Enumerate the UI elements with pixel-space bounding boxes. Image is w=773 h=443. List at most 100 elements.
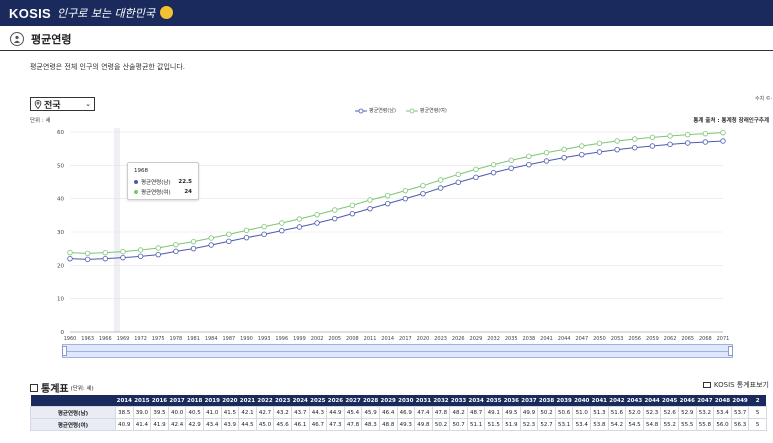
- age-line-chart: 01020304050601960 1963 1966 1969 1972 1975 197…: [57, 128, 730, 342]
- data-point: [667, 141, 673, 148]
- table-cell: 43.7: [290, 406, 310, 419]
- table-year-header: 2047: [696, 395, 714, 407]
- data-point: [137, 247, 144, 253]
- region-select[interactable]: 전국 ⌄: [30, 97, 95, 111]
- kosis-table-link[interactable]: KOSIS 통계표보기: [702, 380, 769, 390]
- table-cell: 51.9: [502, 418, 521, 431]
- data-point: [543, 158, 550, 164]
- table-year-header: 2040: [572, 395, 591, 407]
- x-tick-label: 1987: [222, 336, 235, 342]
- data-point: [261, 223, 267, 230]
- data-point: [561, 154, 567, 161]
- table-cell: 42.7: [255, 406, 275, 419]
- table-cell: 39.5: [150, 406, 169, 419]
- data-point: [173, 248, 179, 255]
- kosis-table-link-label: KOSIS 통계표보기: [713, 381, 769, 389]
- data-point: [137, 253, 144, 260]
- legend-item-male[interactable]: 평균연령(남): [355, 107, 396, 114]
- table-cell: 41.5: [220, 406, 240, 419]
- table-cell: 51.3: [590, 406, 609, 419]
- x-tick-label: 2044: [558, 336, 571, 342]
- table-year-header: 2028: [361, 395, 380, 407]
- data-point: [349, 202, 356, 209]
- table-cell: 44.5: [238, 418, 257, 431]
- y-tick-label: 60: [57, 130, 64, 136]
- x-tick-label: 2002: [311, 336, 324, 342]
- table-cell: 40.5: [185, 406, 204, 419]
- x-tick-label: 1960: [64, 336, 77, 342]
- x-tick-label: 1975: [152, 336, 165, 342]
- data-point: [579, 151, 585, 158]
- x-tick-label: 2008: [346, 336, 359, 342]
- data-point: [702, 130, 709, 137]
- data-point: [84, 250, 91, 257]
- data-point: [102, 249, 108, 256]
- table-cell: 49.5: [502, 406, 521, 419]
- data-point: [155, 245, 161, 251]
- data-point: [667, 133, 673, 139]
- x-tick-label: 1966: [99, 336, 112, 342]
- table-cell: 46.7: [308, 418, 328, 431]
- page-title: 평균연령: [31, 32, 72, 46]
- legend-label-female: 평균연령(여): [419, 108, 447, 114]
- x-tick-label: 2071: [717, 336, 730, 342]
- x-tick-label: 1996: [275, 336, 288, 342]
- value-toggle-label[interactable]: 수치 ©·: [755, 95, 772, 102]
- page-description: 평균연령은 전체 인구의 연령을 산술평균한 값입니다.: [30, 63, 186, 71]
- table-cell: 38.5: [115, 406, 134, 419]
- data-point: [579, 143, 585, 149]
- table-title: 통계표: [41, 384, 69, 395]
- x-tick-label: 2014: [381, 336, 394, 342]
- data-point: [702, 139, 709, 145]
- table-cell: 51.1: [466, 418, 486, 431]
- table-cell: 45.0: [255, 418, 275, 431]
- table-cell: 52.0: [625, 406, 644, 419]
- data-point: [261, 231, 267, 238]
- table-cell: 45.4: [343, 406, 363, 419]
- data-point: [173, 241, 179, 248]
- x-tick-label: 2047: [575, 336, 588, 342]
- table-year-header: 2032: [432, 395, 450, 407]
- table-year-header: 2014: [115, 395, 134, 407]
- data-point: [155, 251, 161, 258]
- legend-item-female[interactable]: 평균연령(여): [405, 107, 447, 114]
- table-cell: 51.6: [607, 406, 627, 419]
- y-tick-label: 30: [57, 230, 64, 236]
- x-tick-label: 1981: [187, 336, 200, 342]
- stats-table: 2014 2015 2016 2017 2018 2019 2020 2021 2022 2023…: [30, 395, 767, 431]
- table-cell: 54.5: [625, 418, 644, 431]
- table-cell: 43.9: [220, 418, 240, 431]
- table-cell: 5: [748, 406, 767, 419]
- navigator-left-handle[interactable]: [62, 346, 67, 356]
- table-year-header: 2039: [555, 395, 573, 407]
- data-point: [420, 190, 426, 197]
- table-cell: 49.9: [519, 406, 539, 419]
- x-tick-label: 2029: [470, 336, 483, 342]
- table-cell: 54.8: [642, 418, 662, 431]
- data-point: [349, 210, 356, 217]
- table-cell: 51.5: [484, 418, 504, 431]
- table-year-header: 2044: [643, 395, 661, 407]
- table-cell: 42.4: [167, 418, 187, 431]
- table-cell: 53.7: [730, 406, 750, 419]
- navigator-right-handle[interactable]: [728, 346, 733, 356]
- table-link-icon: [702, 382, 711, 388]
- table-cell: 48.7: [466, 406, 486, 419]
- table-cell: 51.0: [572, 406, 592, 419]
- table-year-header: 2027: [344, 395, 362, 407]
- legend-marker-female-icon: [405, 108, 418, 113]
- table-cell: 46.4: [378, 406, 398, 419]
- kosis-logo[interactable]: KOSIS: [9, 6, 51, 21]
- table-year-header: 2021: [238, 395, 257, 407]
- x-tick-label: 2023: [434, 336, 447, 342]
- table-year-header: 2031: [414, 395, 433, 407]
- table-cell: 52.3: [519, 418, 539, 431]
- y-tick-label: 40: [57, 197, 64, 203]
- table-year-header: 2041: [590, 395, 609, 407]
- range-navigator[interactable]: [62, 344, 733, 358]
- table-cell: 49.1: [484, 406, 504, 419]
- table-cell: 54.2: [607, 418, 627, 431]
- data-point: [437, 185, 444, 191]
- tooltip-male-value: 22.5: [178, 179, 192, 185]
- data-point: [120, 254, 126, 261]
